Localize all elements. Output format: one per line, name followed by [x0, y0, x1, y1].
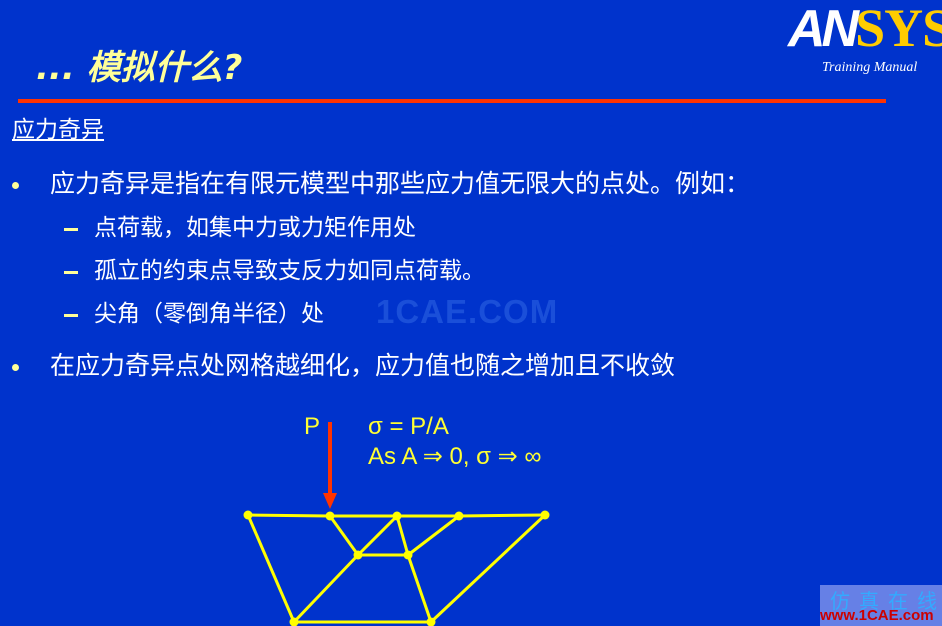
- mesh-element-edge: [395, 515, 410, 556]
- mesh-element-edge: [246, 514, 296, 623]
- mesh-element-edge: [292, 553, 360, 624]
- mesh-node: [454, 511, 464, 521]
- mesh-node: [392, 511, 402, 521]
- mesh-node: [243, 510, 253, 520]
- mesh-element-edge: [356, 514, 399, 557]
- load-arrow: [323, 422, 337, 509]
- mesh-element-edge: [458, 513, 546, 518]
- mesh-element-edge: [429, 513, 547, 624]
- load-arrow-head: [323, 493, 337, 509]
- mesh-node: [325, 511, 335, 521]
- site-badge[interactable]: 仿真在线 www.1CAE.com: [820, 585, 942, 626]
- mesh-element-edge: [406, 554, 433, 623]
- mesh-edges: [246, 513, 547, 624]
- mesh-element-edge: [328, 515, 360, 556]
- mesh-diagram: [243, 422, 550, 626]
- mesh-element-edge: [407, 514, 460, 557]
- mesh-node: [353, 550, 363, 560]
- mesh-node: [540, 510, 550, 520]
- site-url[interactable]: www.1CAE.com: [820, 607, 934, 624]
- mesh-node: [403, 550, 413, 560]
- mesh-element-edge: [247, 513, 331, 518]
